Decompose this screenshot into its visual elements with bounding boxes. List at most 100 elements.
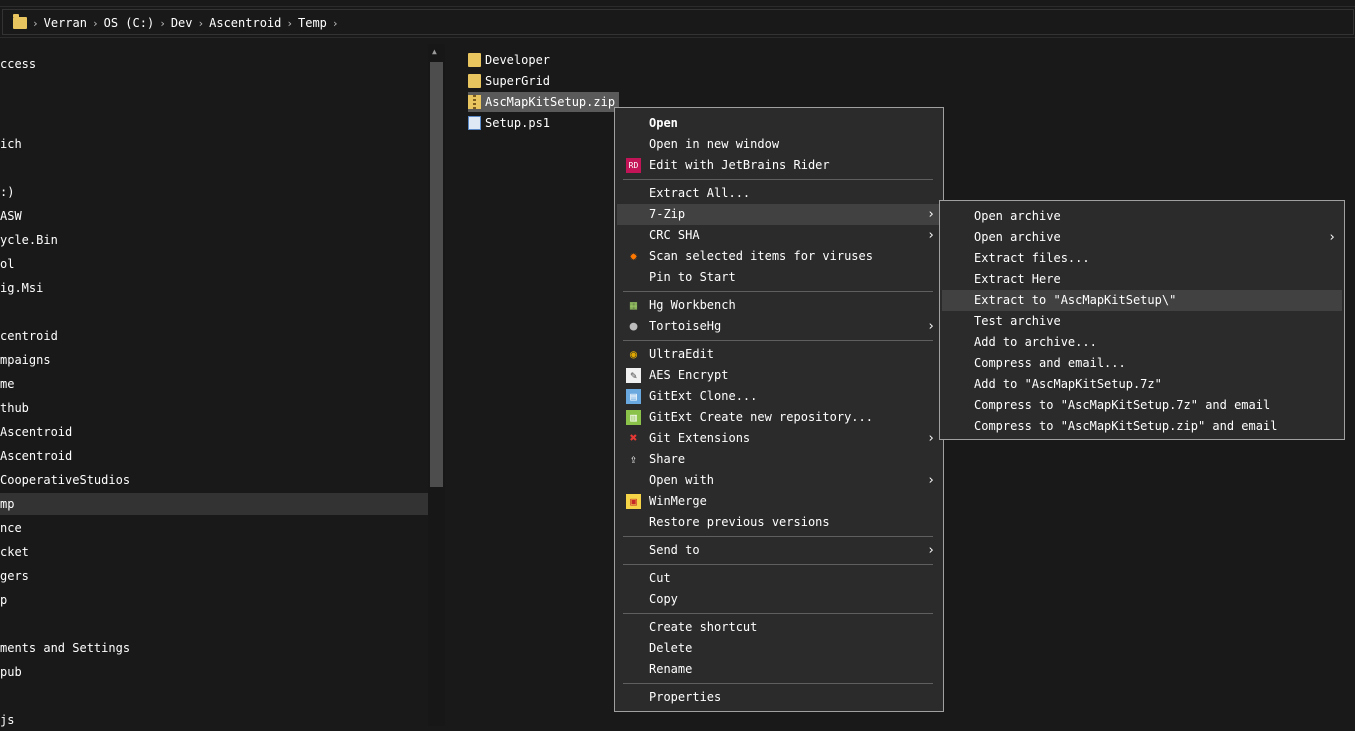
- nav-tree-item[interactable]: mp: [0, 493, 428, 515]
- folder-icon: [468, 74, 481, 88]
- menu-item-label: Compress to "AscMapKitSetup.zip" and ema…: [974, 419, 1278, 433]
- nav-tree-item[interactable]: ments and Settings: [0, 637, 428, 659]
- menu-item[interactable]: Add to archive...: [942, 332, 1342, 353]
- scroll-up-icon[interactable]: ▲: [432, 47, 437, 56]
- nav-tree-item[interactable]: js: [0, 709, 428, 731]
- menu-item[interactable]: Compress to "AscMapKitSetup.zip" and ema…: [942, 416, 1342, 437]
- menu-item[interactable]: ⇪ Share: [617, 449, 941, 470]
- menu-item[interactable]: Restore previous versions: [617, 512, 941, 533]
- file-name: SuperGrid: [485, 74, 551, 88]
- menu-item[interactable]: ▤ GitExt Clone...: [617, 386, 941, 407]
- menu-item[interactable]: Open archive ›: [942, 227, 1342, 248]
- nav-tree-item[interactable]: ycle.Bin: [0, 229, 428, 251]
- nav-tree-item[interactable]: Ascentroid: [0, 421, 428, 443]
- menu-item[interactable]: Test archive: [942, 311, 1342, 332]
- hg-workbench-icon: ▦: [629, 298, 638, 312]
- chevron-right-icon: ›: [927, 319, 935, 334]
- nav-tree-item[interactable]: p: [0, 589, 428, 611]
- menu-item[interactable]: Rename: [617, 659, 941, 680]
- file-item[interactable]: Developer: [468, 50, 550, 70]
- menu-item[interactable]: Create shortcut: [617, 617, 941, 638]
- nav-tree-item[interactable]: mpaigns: [0, 349, 428, 371]
- chevron-right-icon: ›: [927, 228, 935, 243]
- breadcrumb-temp[interactable]: Temp: [298, 16, 327, 30]
- zip-icon: [468, 95, 481, 109]
- scrollbar-thumb[interactable]: [430, 62, 443, 487]
- nav-tree-item[interactable]: pub: [0, 661, 428, 683]
- menu-item[interactable]: Open with ›: [617, 470, 941, 491]
- nav-tree-item[interactable]: ASW: [0, 205, 428, 227]
- nav-scrollbar[interactable]: ▲: [428, 44, 445, 726]
- menu-item[interactable]: ▥ GitExt Create new repository...: [617, 407, 941, 428]
- menu-item[interactable]: Send to ›: [617, 540, 941, 561]
- file-item[interactable]: SuperGrid: [468, 71, 550, 91]
- menu-item[interactable]: ✖ Git Extensions ›: [617, 428, 941, 449]
- chevron-right-icon[interactable]: ›: [332, 17, 339, 30]
- nav-tree-item[interactable]: ich: [0, 133, 428, 155]
- nav-tree-item[interactable]: ccess: [0, 53, 428, 75]
- menu-item-label: Delete: [649, 641, 693, 655]
- menu-item[interactable]: Open: [617, 113, 941, 134]
- nav-tree-item[interactable]: ol: [0, 253, 428, 275]
- chevron-right-icon[interactable]: ›: [92, 17, 99, 30]
- menu-item[interactable]: Copy: [617, 589, 941, 610]
- nav-tree-item[interactable]: :): [0, 181, 428, 203]
- menu-item[interactable]: ▦ Hg Workbench: [617, 295, 941, 316]
- menu-item[interactable]: Pin to Start: [617, 267, 941, 288]
- chevron-right-icon[interactable]: ›: [286, 17, 293, 30]
- menu-item[interactable]: ● TortoiseHg ›: [617, 316, 941, 337]
- menu-item[interactable]: Delete: [617, 638, 941, 659]
- address-box[interactable]: › Verran › OS (C:) › Dev › Ascentroid › …: [2, 9, 1354, 35]
- menu-item-label: GitExt Create new repository...: [649, 410, 873, 424]
- menu-item[interactable]: ✹ Scan selected items for viruses: [617, 246, 941, 267]
- menu-item[interactable]: ✎ AES Encrypt: [617, 365, 941, 386]
- nav-tree-item[interactable]: me: [0, 373, 428, 395]
- menu-item[interactable]: Extract files...: [942, 248, 1342, 269]
- nav-tree-item[interactable]: centroid: [0, 325, 428, 347]
- nav-tree-item[interactable]: cket: [0, 541, 428, 563]
- breadcrumb-verran[interactable]: Verran: [44, 16, 87, 30]
- nav-tree-item[interactable]: Ascentroid: [0, 445, 428, 467]
- menu-item[interactable]: Extract All...: [617, 183, 941, 204]
- menu-item[interactable]: Open in new window: [617, 134, 941, 155]
- file-item[interactable]: Setup.ps1: [468, 113, 550, 133]
- menu-item[interactable]: Compress and email...: [942, 353, 1342, 374]
- menu-item[interactable]: Add to "AscMapKitSetup.7z": [942, 374, 1342, 395]
- menu-item[interactable]: 7-Zip ›: [617, 204, 941, 225]
- menu-item-label: Share: [649, 452, 686, 466]
- menu-separator: [623, 340, 933, 341]
- chevron-right-icon: ›: [927, 207, 935, 222]
- file-item[interactable]: AscMapKitSetup.zip: [468, 92, 620, 112]
- file-name: AscMapKitSetup.zip: [485, 95, 616, 109]
- menu-item-label: Open: [649, 116, 678, 130]
- menu-item-label: Scan selected items for viruses: [649, 249, 873, 263]
- address-bar: › Verran › OS (C:) › Dev › Ascentroid › …: [0, 6, 1355, 38]
- nav-tree-item[interactable]: ig.Msi: [0, 277, 428, 299]
- menu-item[interactable]: RD Edit with JetBrains Rider: [617, 155, 941, 176]
- menu-item[interactable]: Compress to "AscMapKitSetup.7z" and emai…: [942, 395, 1342, 416]
- chevron-right-icon[interactable]: ›: [159, 17, 166, 30]
- menu-item[interactable]: ◉ UltraEdit: [617, 344, 941, 365]
- nav-tree-item[interactable]: nce: [0, 517, 428, 539]
- menu-item[interactable]: Properties: [617, 687, 941, 708]
- menu-item[interactable]: Extract to "AscMapKitSetup\": [942, 290, 1342, 311]
- breadcrumb-dev[interactable]: Dev: [171, 16, 193, 30]
- menu-item[interactable]: CRC SHA ›: [617, 225, 941, 246]
- menu-item-label: Extract Here: [974, 272, 1061, 286]
- nav-tree-item[interactable]: gers: [0, 565, 428, 587]
- menu-item[interactable]: Cut: [617, 568, 941, 589]
- chevron-right-icon[interactable]: ›: [32, 17, 39, 30]
- chevron-right-icon[interactable]: ›: [198, 17, 205, 30]
- menu-item[interactable]: Open archive: [942, 206, 1342, 227]
- breadcrumb-os-c[interactable]: OS (C:): [104, 16, 155, 30]
- menu-item[interactable]: ▣ WinMerge: [617, 491, 941, 512]
- chevron-right-icon: ›: [927, 473, 935, 488]
- nav-tree-item[interactable]: thub: [0, 397, 428, 419]
- tortoisehg-icon: ●: [629, 319, 638, 334]
- menu-separator: [623, 291, 933, 292]
- breadcrumb-ascentroid[interactable]: Ascentroid: [209, 16, 281, 30]
- nav-tree-item[interactable]: CooperativeStudios: [0, 469, 428, 491]
- menu-item-label: Restore previous versions: [649, 515, 830, 529]
- menu-item-label: Create shortcut: [649, 620, 758, 634]
- menu-item[interactable]: Extract Here: [942, 269, 1342, 290]
